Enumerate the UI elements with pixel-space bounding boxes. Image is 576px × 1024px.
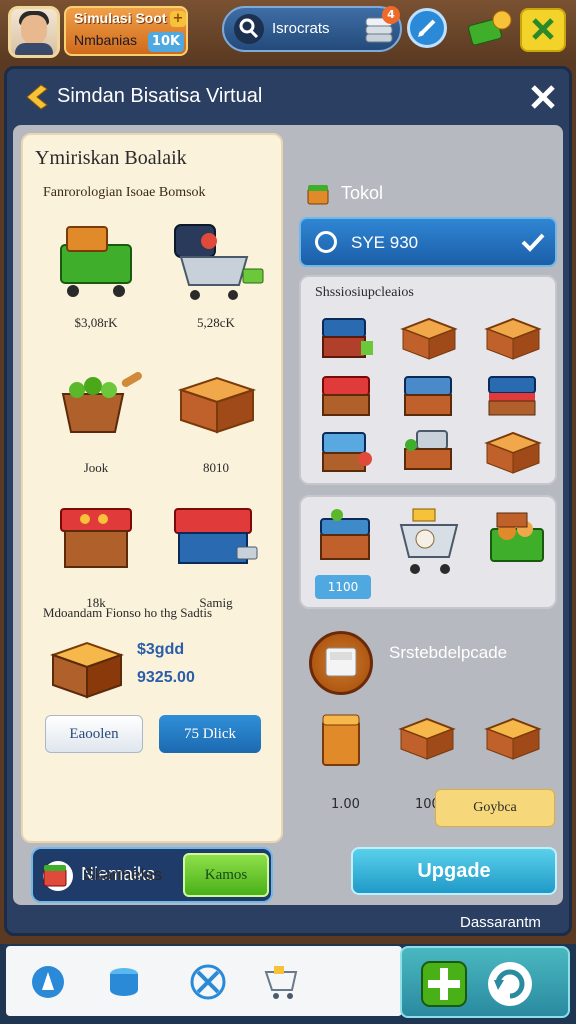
stock-box-icon bbox=[41, 861, 69, 889]
wooden-crate-icon[interactable] bbox=[483, 425, 543, 477]
footer-hint: Dassarantm bbox=[460, 914, 541, 931]
storage-upgrade-icon[interactable] bbox=[309, 631, 373, 695]
nav-action-tray bbox=[400, 946, 570, 1018]
notification-badge: 4 bbox=[382, 6, 400, 24]
buy-button[interactable]: 75 Dlick bbox=[159, 715, 261, 753]
map-pin-icon[interactable] bbox=[28, 962, 68, 1002]
cash-button[interactable] bbox=[466, 8, 512, 50]
close-icon bbox=[531, 85, 555, 109]
bottom-nav bbox=[0, 944, 576, 1024]
shop-card-title: Ymiriskan Boalaik bbox=[35, 147, 187, 169]
shop-item[interactable]: Samig bbox=[161, 495, 271, 615]
shop-select-value: SYE 930 bbox=[351, 233, 419, 252]
player-avatar[interactable] bbox=[8, 6, 60, 58]
radio-icon bbox=[315, 231, 337, 253]
close-button-top[interactable] bbox=[520, 8, 566, 52]
cart-icon[interactable] bbox=[262, 962, 302, 1002]
player-level-badge: 10K bbox=[148, 32, 184, 52]
item-price: Jook bbox=[83, 460, 109, 475]
wooden-crate-icon[interactable] bbox=[483, 709, 543, 765]
cart-price-tag: 1100 bbox=[315, 575, 371, 599]
store-panel: Simdan Bisatisa Virtual Ymiriskan Boalai… bbox=[4, 66, 572, 936]
wooden-crate-icon[interactable] bbox=[483, 311, 543, 363]
avatar-face bbox=[21, 15, 47, 45]
produce-counter-icon[interactable] bbox=[315, 505, 377, 567]
close-panel-button[interactable] bbox=[527, 81, 559, 113]
shop-label: Tokol bbox=[341, 183, 384, 203]
player-subtitle: Nmbanias bbox=[74, 32, 138, 48]
shop-item[interactable]: 18k bbox=[41, 495, 151, 615]
market-stall-icon bbox=[60, 508, 132, 568]
chevron-logo-icon bbox=[23, 83, 51, 111]
featured-crate-icon[interactable] bbox=[47, 633, 127, 703]
player-name: Simulasi Soot bbox=[74, 10, 167, 26]
item-price: $3,08rK bbox=[74, 315, 118, 330]
shopping-cart-icon bbox=[174, 224, 264, 300]
nav-tray bbox=[6, 946, 402, 1016]
panel-body: Ymiriskan Boalaik Fanrorologian Isoae Bo… bbox=[13, 125, 563, 905]
shop-select[interactable]: SYE 930 bbox=[299, 217, 557, 267]
slot-buy-button[interactable]: Goybca bbox=[435, 789, 555, 827]
upgrade-button[interactable]: Upgade bbox=[351, 847, 557, 895]
search-icon bbox=[234, 14, 264, 44]
tall-crate-icon[interactable] bbox=[315, 709, 367, 771]
shop-card: Ymiriskan Boalaik Fanrorologian Isoae Bo… bbox=[21, 133, 283, 843]
featured-total: 9325.00 bbox=[137, 669, 195, 686]
panel-header: Simdan Bisatisa Virtual bbox=[7, 69, 569, 125]
wooden-crate-icon[interactable] bbox=[399, 311, 459, 363]
upgrades-box: Shssiosiupcleaios bbox=[299, 275, 557, 485]
add-coin-icon[interactable]: + bbox=[170, 11, 186, 27]
avatar-body bbox=[15, 43, 53, 55]
coin-stack-icon[interactable] bbox=[104, 962, 144, 1002]
blue-shelf-icon[interactable] bbox=[317, 311, 377, 363]
register-icon[interactable] bbox=[399, 425, 459, 477]
item-price: 8010 bbox=[203, 460, 229, 475]
panel-title: Simdan Bisatisa Virtual bbox=[57, 85, 263, 107]
item-price: 5,28cK bbox=[197, 315, 235, 330]
wooden-crate-icon[interactable] bbox=[397, 709, 457, 765]
shop-card-subtitle: Fanrorologian Isoae Bomsok bbox=[43, 185, 206, 200]
red-stall-icon[interactable] bbox=[317, 369, 377, 421]
upgrades-title: Shssiosiupcleaios bbox=[315, 285, 414, 300]
edit-button[interactable] bbox=[407, 8, 447, 48]
missions-go-button[interactable]: Kamos bbox=[183, 853, 269, 897]
close-icon bbox=[532, 18, 554, 40]
cash-icon bbox=[468, 10, 512, 46]
display-counter-icon[interactable] bbox=[317, 425, 377, 477]
cancel-button[interactable]: Eaoolen bbox=[45, 715, 143, 753]
add-icon[interactable] bbox=[418, 958, 470, 1010]
featured-heading: Mdoandam Fionso ho thg Sadtis bbox=[43, 605, 213, 620]
storage-upgrade-label: Srstebdelpcade bbox=[389, 643, 508, 662]
produce-basket-icon bbox=[61, 372, 142, 433]
shop-item[interactable]: 5,28cK bbox=[161, 215, 271, 335]
stall-cart-icon bbox=[174, 508, 258, 564]
awning-stall-icon[interactable] bbox=[483, 369, 543, 421]
player-card[interactable]: Simulasi Soot Nmbanias 10K + bbox=[64, 6, 188, 56]
carts-box: 1100 bbox=[299, 495, 557, 609]
wooden-crate-icon bbox=[177, 376, 257, 434]
tools-icon[interactable] bbox=[188, 962, 228, 1002]
pencil-icon bbox=[418, 19, 436, 37]
refresh-icon[interactable] bbox=[484, 958, 536, 1010]
featured-price: $3gdd bbox=[137, 641, 185, 658]
check-icon bbox=[519, 229, 547, 255]
shop-item[interactable]: 8010 bbox=[161, 360, 271, 480]
shop-item[interactable]: Jook bbox=[41, 360, 151, 480]
shop-box-icon bbox=[305, 181, 331, 207]
top-bar: Simulasi Soot Nmbanias 10K + Isrocrats 4 bbox=[0, 0, 576, 62]
shopping-cart-icon[interactable] bbox=[395, 505, 465, 581]
crate-cart-icon bbox=[60, 226, 132, 297]
stock-label: Skarinelas bbox=[83, 865, 163, 884]
shop-item[interactable]: $3,08rK bbox=[41, 215, 151, 335]
produce-cart-icon[interactable] bbox=[481, 507, 551, 583]
search-label: Isrocrats bbox=[272, 20, 330, 37]
blue-crate-icon[interactable] bbox=[399, 369, 459, 421]
slot-price: 1.00 bbox=[331, 797, 360, 812]
